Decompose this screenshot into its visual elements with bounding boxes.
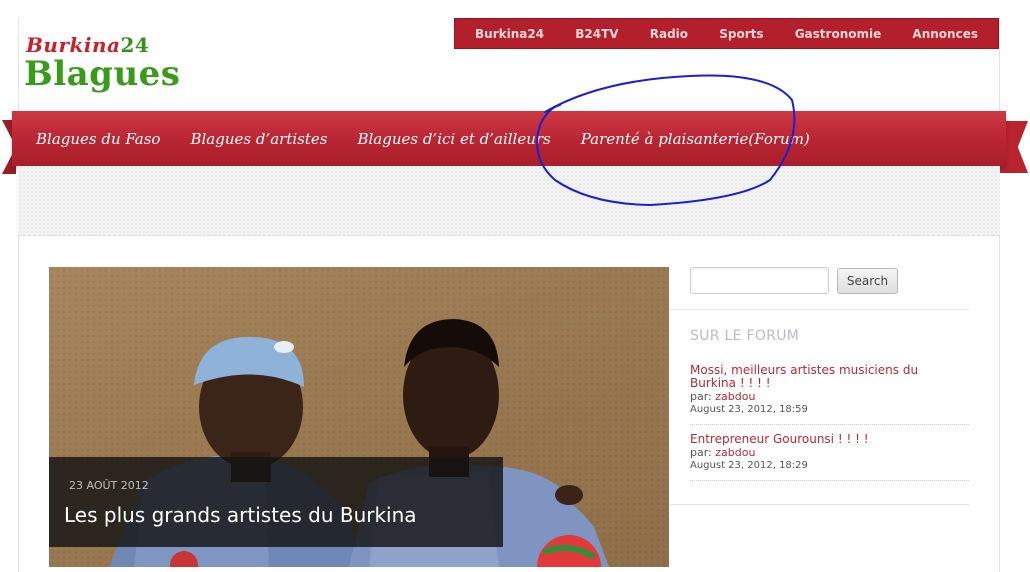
main-nav-blagues-artistes[interactable]: Blagues d’artistes bbox=[190, 130, 327, 148]
forum-post-title[interactable]: Entrepreneur Gourounsi ! ! ! ! bbox=[690, 433, 960, 446]
main-nav-blagues-du-faso[interactable]: Blagues du Faso bbox=[36, 130, 160, 148]
top-nav: Burkina24 B24TV Radio Sports Gastronomie… bbox=[454, 18, 999, 49]
top-nav-annonces[interactable]: Annonces bbox=[912, 27, 978, 41]
forum-post-separator bbox=[690, 480, 969, 481]
main-nav: Blagues du Faso Blagues d’artistes Blagu… bbox=[12, 111, 1006, 166]
forum-heading: SUR LE FORUM bbox=[690, 328, 800, 344]
forum-post-by-label: par: bbox=[690, 446, 712, 459]
featured-title[interactable]: Les plus grands artistes du Burkina bbox=[64, 503, 417, 527]
sidebar-divider-bottom bbox=[670, 504, 969, 505]
featured-caption[interactable]: 23 AOÛT 2012 Les plus grands artistes du… bbox=[49, 457, 503, 547]
top-nav-radio[interactable]: Radio bbox=[650, 27, 688, 41]
search-input[interactable] bbox=[690, 267, 829, 294]
search-button[interactable]: Search bbox=[837, 268, 898, 294]
forum-post: Mossi, meilleurs artistes musiciens du B… bbox=[690, 364, 960, 417]
top-nav-burkina24[interactable]: Burkina24 bbox=[475, 27, 544, 41]
forum-post-date: August 23, 2012, 18:59 bbox=[690, 404, 808, 415]
forum-post-date: August 23, 2012, 18:29 bbox=[690, 460, 808, 471]
main-nav-blagues-ici-ailleurs[interactable]: Blagues d’ici et d’ailleurs bbox=[357, 130, 550, 148]
featured-date: 23 AOÛT 2012 bbox=[69, 479, 149, 492]
forum-post-by-label: par: bbox=[690, 390, 712, 403]
sidebar-divider-top bbox=[670, 309, 969, 310]
forum-post-author[interactable]: zabdou bbox=[715, 446, 755, 459]
forum-post-author[interactable]: zabdou bbox=[715, 390, 755, 403]
forum-post-title[interactable]: Mossi, meilleurs artistes musiciens du B… bbox=[690, 364, 960, 390]
forum-post-byline: par: zabdou bbox=[690, 390, 960, 403]
header-pattern bbox=[18, 166, 1000, 236]
top-nav-gastronomie[interactable]: Gastronomie bbox=[795, 27, 882, 41]
main-nav-parente-plaisanterie[interactable]: Parenté à plaisanterie(Forum) bbox=[581, 130, 810, 148]
logo-title[interactable]: Blagues bbox=[24, 54, 180, 94]
top-nav-b24tv[interactable]: B24TV bbox=[575, 27, 618, 41]
forum-post-byline: par: zabdou bbox=[690, 446, 960, 459]
forum-post: Entrepreneur Gourounsi ! ! ! ! par: zabd… bbox=[690, 433, 960, 473]
top-nav-sports[interactable]: Sports bbox=[719, 27, 763, 41]
forum-post-separator bbox=[690, 424, 969, 425]
